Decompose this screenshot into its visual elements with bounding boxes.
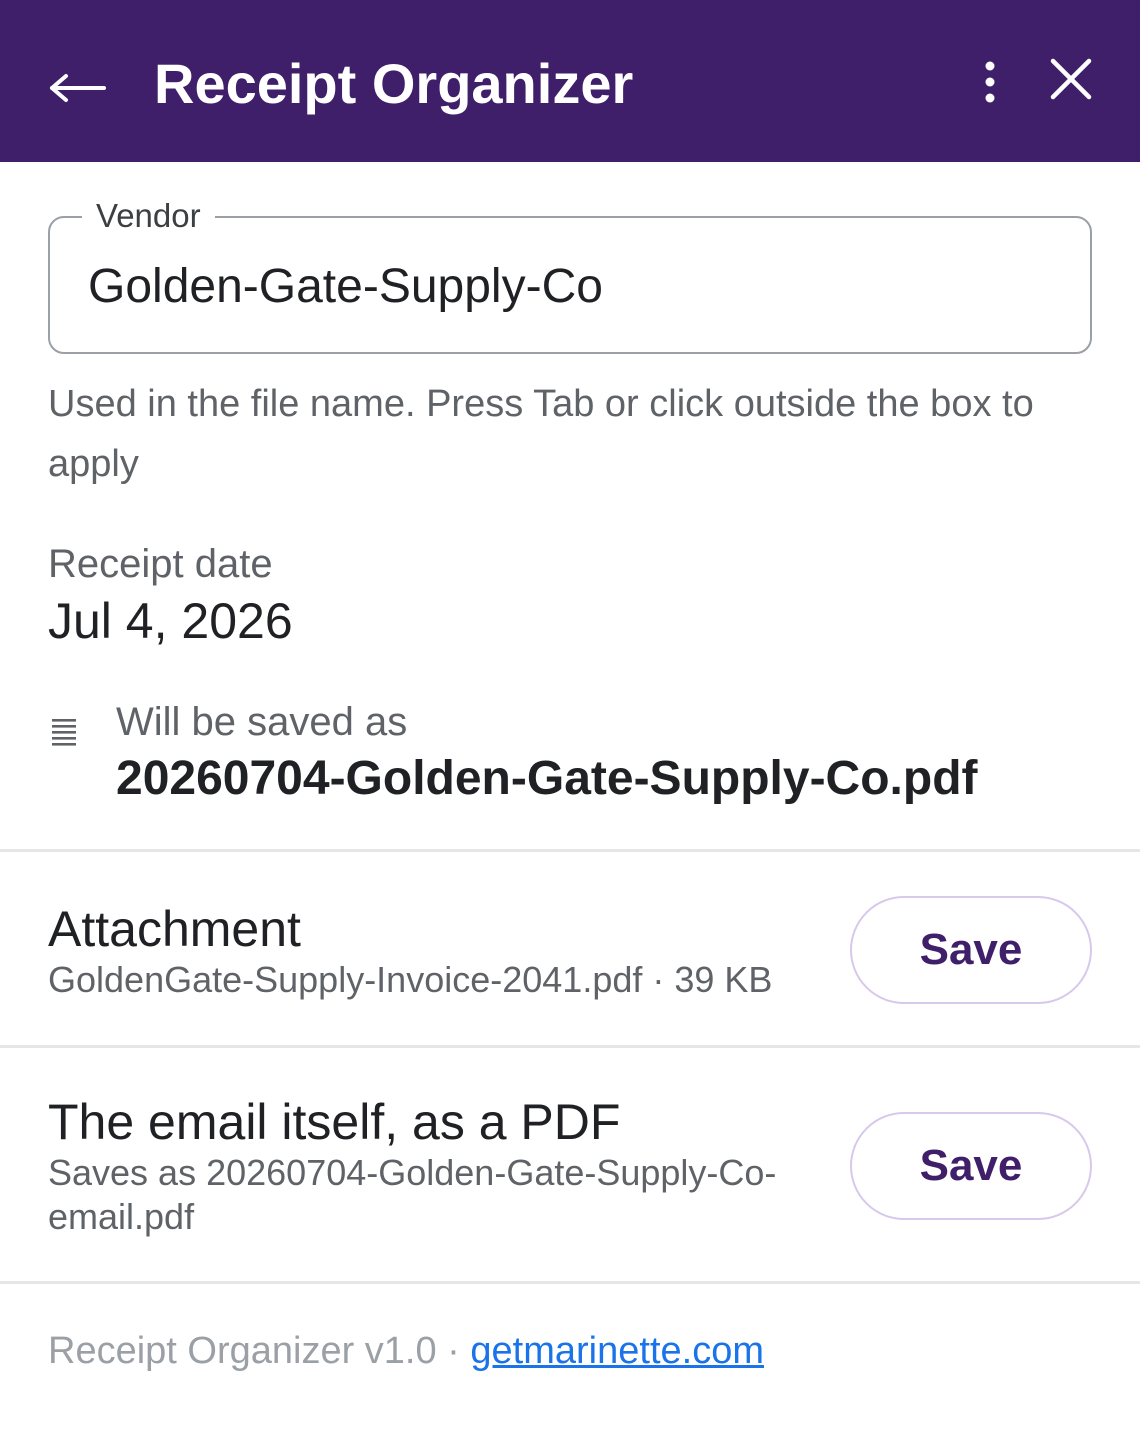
file-lines-icon xyxy=(52,719,76,746)
email-pdf-filename: Saves as 20260704-Golden-Gate-Supply-Co-… xyxy=(48,1152,777,1237)
vendor-label: Vendor xyxy=(82,196,215,236)
receipt-date-label: Receipt date xyxy=(48,542,273,586)
more-vertical-icon xyxy=(985,61,995,103)
website-link[interactable]: getmarinette.com xyxy=(470,1330,764,1372)
save-as-label: Will be saved as xyxy=(116,700,408,744)
save-as-filename: 20260704-Golden-Gate-Supply-Co.pdf xyxy=(116,752,978,805)
arrow-left-icon xyxy=(50,74,106,102)
vendor-field: Vendor xyxy=(48,196,1092,354)
email-pdf-title: The email itself, as a PDF xyxy=(48,1094,621,1150)
app-header: Receipt Organizer xyxy=(0,0,1140,162)
save-email-pdf-button[interactable]: Save xyxy=(850,1112,1092,1220)
footer: Receipt Organizer v1.0 · getmarinette.co… xyxy=(48,1326,764,1376)
close-button[interactable] xyxy=(1038,46,1104,112)
vendor-input[interactable] xyxy=(88,246,1048,326)
attachment-file-info: GoldenGate-Supply-Invoice-2041.pdf · 39 … xyxy=(48,959,773,1000)
attachment-title: Attachment xyxy=(48,901,301,957)
receipt-date-value: Jul 4, 2026 xyxy=(48,593,293,649)
version-text: Receipt Organizer v1.0 · xyxy=(48,1330,471,1372)
divider xyxy=(0,849,1140,852)
back-button[interactable] xyxy=(40,52,116,124)
divider xyxy=(0,1281,1140,1284)
more-options-button[interactable] xyxy=(964,50,1016,114)
close-icon xyxy=(1050,58,1092,100)
divider xyxy=(0,1045,1140,1048)
page-title: Receipt Organizer xyxy=(154,52,634,115)
vendor-helper-text: Used in the file name. Press Tab or clic… xyxy=(48,383,1034,485)
save-attachment-button[interactable]: Save xyxy=(850,896,1092,1004)
